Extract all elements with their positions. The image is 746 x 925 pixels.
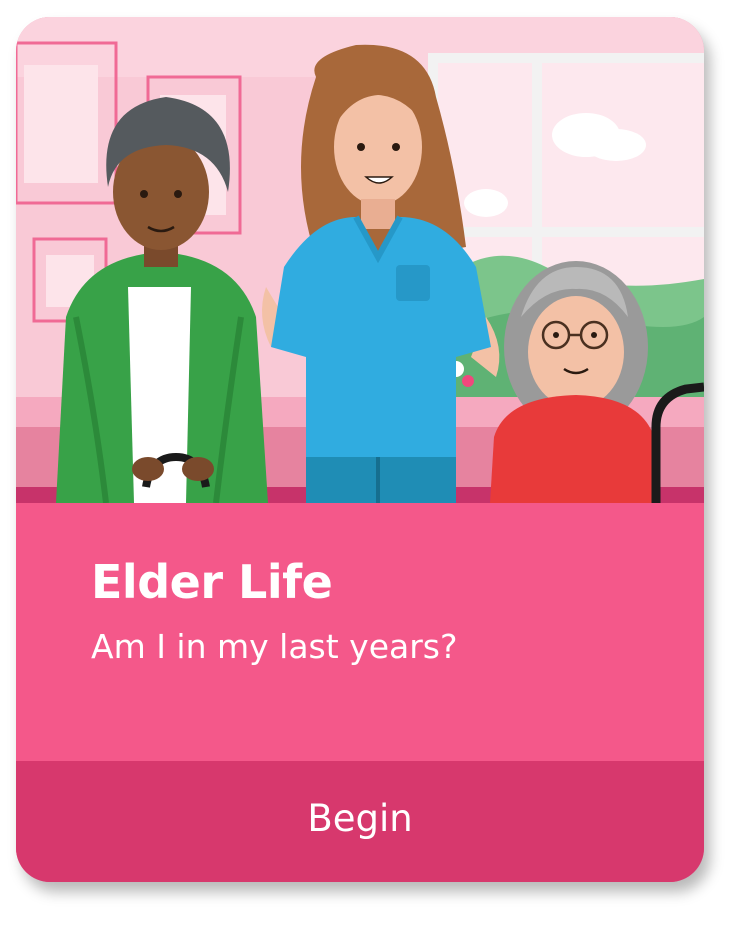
elder-care-illustration [16, 17, 704, 503]
card-subtitle: Am I in my last years? [91, 627, 458, 666]
card-title: Elder Life [91, 555, 333, 609]
activity-card[interactable]: Elder Life Am I in my last years? Begin [16, 17, 704, 882]
begin-button[interactable]: Begin [16, 761, 704, 882]
card-info-panel: Elder Life Am I in my last years? [16, 503, 704, 761]
begin-button-label: Begin [307, 797, 413, 840]
